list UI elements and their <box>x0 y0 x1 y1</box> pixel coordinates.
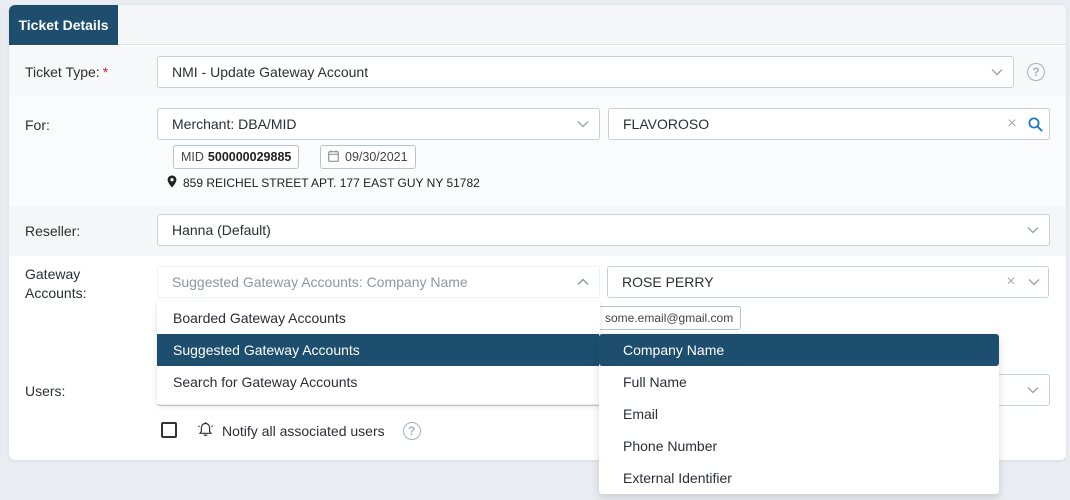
notify-row: Notify all associated users ? <box>197 421 421 441</box>
mid-chip: MID 500000029885 <box>173 145 300 169</box>
clear-icon[interactable]: × <box>1003 115 1021 133</box>
merchant-lookup-type-value: Merchant: DBA/MID <box>172 116 297 132</box>
chevron-up-icon <box>567 267 599 297</box>
chevron-down-icon <box>1017 215 1049 245</box>
gateway-search-input[interactable]: ROSE PERRY × <box>607 266 1049 298</box>
search-icon[interactable] <box>1021 117 1049 132</box>
help-icon[interactable]: ? <box>1027 63 1045 81</box>
gateway-accounts-label-line2: Accounts: <box>25 285 87 301</box>
option-email[interactable]: Email <box>599 398 999 430</box>
option-search-gateway-accounts[interactable]: Search for Gateway Accounts <box>157 366 600 398</box>
gateway-accounts-label-line1: Gateway <box>25 266 81 282</box>
option-suggested-gateway-accounts[interactable]: Suggested Gateway Accounts <box>157 334 600 366</box>
gateway-search-value: ROSE PERRY <box>622 274 714 290</box>
ticket-type-label: Ticket Type: * <box>25 64 108 80</box>
date-chip: 09/30/2021 <box>320 145 416 169</box>
option-full-name[interactable]: Full Name <box>599 366 999 398</box>
reseller-select[interactable]: Hanna (Default) <box>157 214 1050 246</box>
map-pin-icon <box>167 175 177 191</box>
chevron-down-icon <box>1020 267 1048 297</box>
gateway-field-dropdown: Company Name Full Name Email Phone Numbe… <box>599 334 999 494</box>
help-icon[interactable]: ? <box>402 422 421 440</box>
reseller-label: Reseller: <box>25 223 81 239</box>
email-chip: some.email@gmail.com <box>597 306 742 330</box>
ticket-type-value: NMI - Update Gateway Account <box>172 64 369 80</box>
mid-prefix: MID <box>181 150 204 164</box>
address-text: 859 REICHEL STREET APT. 177 EAST GUY NY … <box>183 176 480 190</box>
clear-icon[interactable]: × <box>1002 273 1020 291</box>
gateway-source-value: Suggested Gateway Accounts: Company Name <box>172 274 468 290</box>
gateway-source-dropdown: Boarded Gateway Accounts Suggested Gatew… <box>157 302 600 404</box>
merchant-search-input[interactable]: FLAVOROSO × <box>608 108 1050 140</box>
option-boarded-gateway-accounts[interactable]: Boarded Gateway Accounts <box>157 302 600 334</box>
ticket-type-label-text: Ticket Type: <box>25 64 100 80</box>
users-label: Users: <box>25 383 66 399</box>
mid-value: 500000029885 <box>207 150 292 164</box>
notify-label: Notify all associated users <box>222 423 385 439</box>
option-phone-number[interactable]: Phone Number <box>599 430 999 462</box>
merchant-lookup-type-select[interactable]: Merchant: DBA/MID <box>157 108 600 140</box>
chevron-down-icon <box>567 109 599 139</box>
ticket-type-select[interactable]: NMI - Update Gateway Account <box>157 56 1014 88</box>
gateway-source-select[interactable]: Suggested Gateway Accounts: Company Name <box>157 266 600 298</box>
option-company-name[interactable]: Company Name <box>599 334 999 366</box>
chevron-down-icon <box>1017 375 1049 405</box>
notify-checkbox[interactable] <box>161 422 177 438</box>
option-external-identifier[interactable]: External Identifier <box>599 462 999 494</box>
bell-icon <box>197 421 214 441</box>
reseller-value: Hanna (Default) <box>172 222 271 238</box>
tab-bar: Ticket Details <box>9 5 1066 45</box>
required-mark: * <box>102 64 109 80</box>
merchant-search-value: FLAVOROSO <box>623 116 710 132</box>
for-label: For: <box>25 117 50 133</box>
gateway-accounts-label: Gateway Accounts: <box>25 265 86 303</box>
chevron-down-icon <box>981 57 1013 87</box>
tab-ticket-details[interactable]: Ticket Details <box>9 5 118 45</box>
calendar-icon <box>328 150 339 165</box>
merchant-address: 859 REICHEL STREET APT. 177 EAST GUY NY … <box>167 175 480 191</box>
date-value: 09/30/2021 <box>345 150 408 164</box>
